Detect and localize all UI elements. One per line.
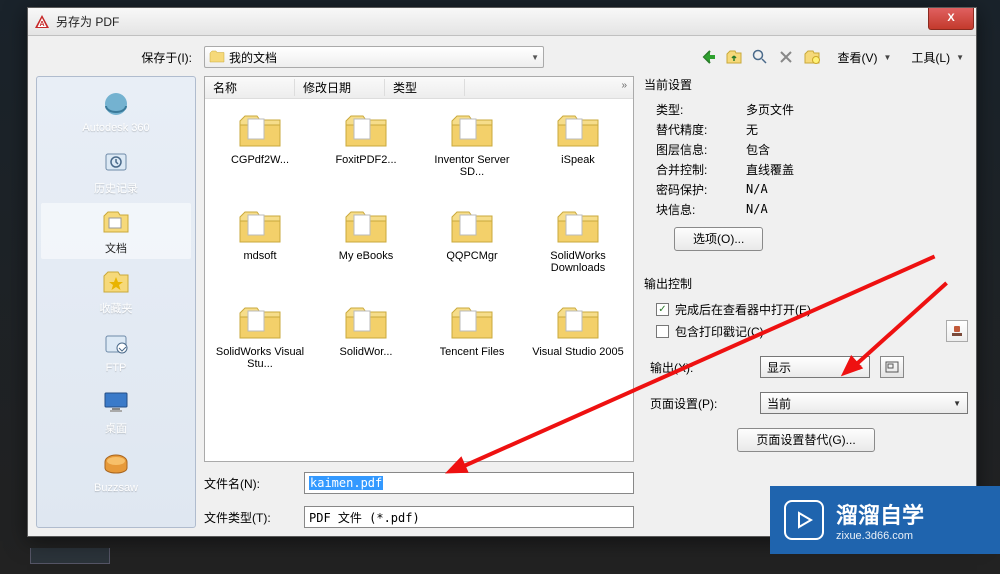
current-settings-title: 当前设置	[644, 76, 968, 93]
folder-item[interactable]: Inventor Server SD...	[421, 107, 523, 197]
delete-icon[interactable]	[777, 48, 795, 66]
folder-icon	[448, 111, 496, 151]
folder-icon	[236, 303, 284, 343]
output-control-title: 输出控制	[644, 275, 968, 292]
folder-icon	[448, 303, 496, 343]
window-title: 另存为 PDF	[56, 13, 928, 30]
up-folder-icon[interactable]	[725, 48, 743, 66]
svg-text:A: A	[39, 21, 44, 28]
filetype-label: 文件类型(T):	[204, 509, 292, 526]
folder-item[interactable]: SolidWor...	[315, 299, 417, 389]
stamp-settings-button[interactable]	[946, 320, 968, 342]
options-button[interactable]: 选项(O)...	[674, 227, 763, 251]
watermark-logo-icon	[784, 500, 824, 540]
folder-item[interactable]: iSpeak	[527, 107, 629, 197]
folder-item[interactable]: FoxitPDF2...	[315, 107, 417, 197]
folder-icon	[554, 207, 602, 247]
folder-item[interactable]: mdsoft	[209, 203, 311, 293]
folder-icon	[342, 207, 390, 247]
new-folder-icon[interactable]	[803, 48, 821, 66]
folder-icon	[209, 50, 225, 64]
back-icon[interactable]	[699, 48, 717, 66]
filetype-combo[interactable]: PDF 文件 (*.pdf)	[304, 506, 634, 528]
place-autodesk360[interactable]: Autodesk 360	[41, 83, 191, 139]
place-desktop[interactable]: 桌面	[41, 383, 191, 439]
folder-icon	[554, 303, 602, 343]
folder-item[interactable]: Visual Studio 2005	[527, 299, 629, 389]
output-window-button[interactable]	[880, 356, 904, 378]
tools-menu[interactable]: 工具(L)▼	[907, 47, 968, 68]
chevron-down-icon: ▼	[953, 399, 961, 408]
col-type[interactable]: 类型	[385, 79, 465, 96]
open-after-checkbox[interactable]: ✓	[656, 303, 669, 316]
place-history[interactable]: 历史记录	[41, 143, 191, 199]
folder-item[interactable]: Tencent Files	[421, 299, 523, 389]
view-menu[interactable]: 查看(V)▼	[833, 47, 895, 68]
places-bar: Autodesk 360 历史记录 文档 收藏夹 FTP	[36, 76, 196, 528]
folder-item[interactable]: SolidWorks Downloads	[527, 203, 629, 293]
include-stamp-checkbox[interactable]	[656, 325, 669, 338]
folder-icon	[342, 111, 390, 151]
folder-icon	[342, 303, 390, 343]
page-setup-label: 页面设置(P):	[650, 395, 750, 412]
folder-item[interactable]: SolidWorks Visual Stu...	[209, 299, 311, 389]
folder-icon	[554, 111, 602, 151]
folder-item[interactable]: CGPdf2W...	[209, 107, 311, 197]
columns-overflow-icon[interactable]: »	[621, 80, 627, 91]
place-buzzsaw[interactable]: Buzzsaw	[41, 443, 191, 499]
save-in-label: 保存于(I):	[36, 49, 196, 66]
place-favorites[interactable]: 收藏夹	[41, 263, 191, 319]
folder-icon	[448, 207, 496, 247]
filename-label: 文件名(N):	[204, 475, 292, 492]
place-ftp[interactable]: FTP	[41, 323, 191, 379]
file-browser: 名称 修改日期 类型 » CGPdf2W... FoxitPDF2... Inv…	[204, 76, 634, 462]
place-documents[interactable]: 文档	[41, 203, 191, 259]
col-date[interactable]: 修改日期	[295, 79, 385, 96]
close-button[interactable]: X	[928, 8, 974, 30]
search-icon[interactable]	[751, 48, 769, 66]
filename-input[interactable]: kaimen.pdf	[304, 472, 634, 494]
watermark: 溜溜自学 zixue.3d66.com	[770, 486, 1000, 554]
chevron-down-icon: ▼	[531, 53, 539, 62]
folder-item[interactable]: QQPCMgr	[421, 203, 523, 293]
folder-icon	[236, 111, 284, 151]
folder-icon	[236, 207, 284, 247]
save-in-combo[interactable]: 我的文档 ▼	[204, 46, 544, 68]
page-setup-override-button[interactable]: 页面设置替代(G)...	[737, 428, 874, 452]
page-setup-combo[interactable]: 当前 ▼	[760, 392, 968, 414]
save-as-pdf-dialog: A 另存为 PDF X 保存于(I): Autodesk 360 历史记录	[27, 7, 977, 537]
app-icon: A	[34, 14, 50, 30]
titlebar[interactable]: A 另存为 PDF X	[28, 8, 976, 36]
folder-item[interactable]: My eBooks	[315, 203, 417, 293]
col-name[interactable]: 名称	[205, 79, 295, 96]
